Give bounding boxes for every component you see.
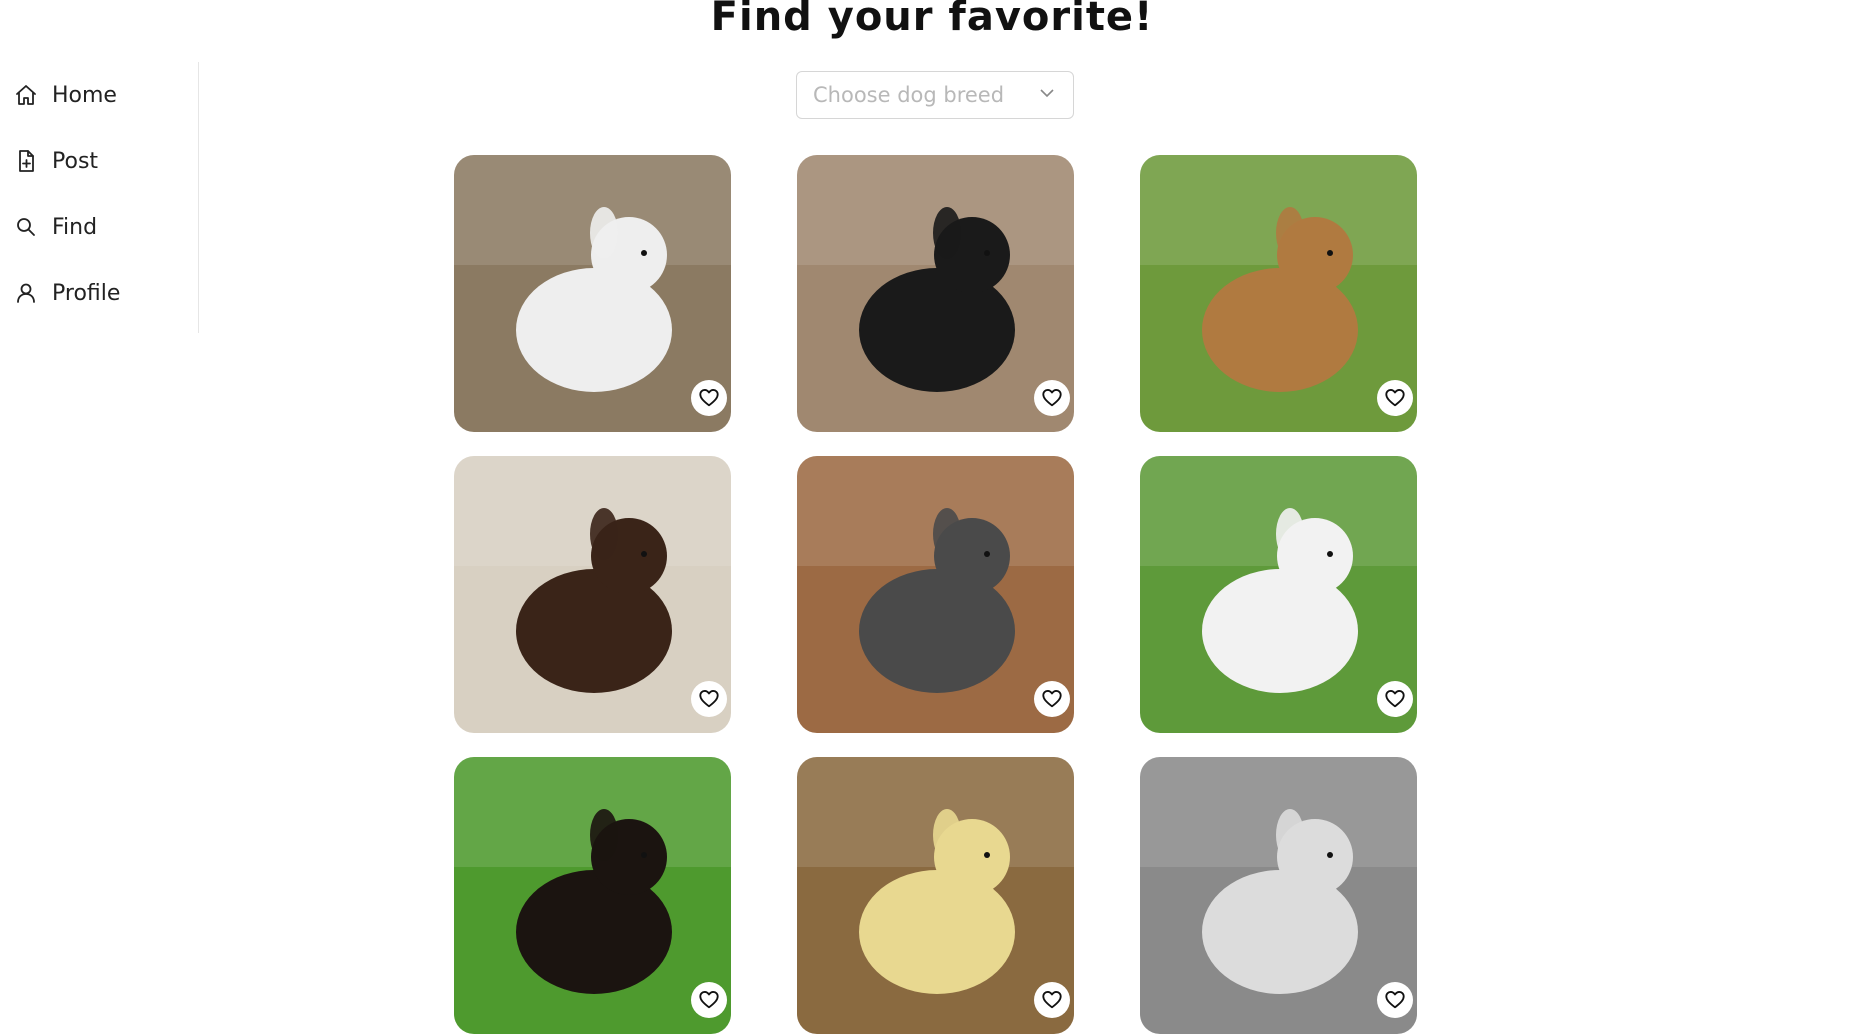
chevron-down-icon [1037,83,1057,107]
home-icon [14,83,38,107]
breed-select[interactable]: Choose dog breed [796,71,1074,119]
dog-card[interactable] [797,456,1074,733]
heart-icon [1041,688,1063,710]
heart-icon [1041,387,1063,409]
sidebar-item-post[interactable]: Post [0,128,198,194]
heart-icon [1041,989,1063,1011]
dog-card[interactable] [1140,456,1417,733]
sidebar-item-label: Post [52,148,99,174]
favorite-button[interactable] [691,982,727,1018]
dog-photo [1140,456,1417,733]
search-icon [14,215,38,239]
sidebar-item-label: Find [52,214,98,240]
dog-photo [454,155,731,432]
dog-card[interactable] [797,757,1074,1034]
dog-card[interactable] [1140,757,1417,1034]
dog-card[interactable] [797,155,1074,432]
dog-photo [454,757,731,1034]
heart-icon [698,387,720,409]
dog-photo [797,456,1074,733]
dog-card[interactable] [454,155,731,432]
sidebar-item-profile[interactable]: Profile [0,260,198,326]
sidebar-item-home[interactable]: Home [0,62,198,128]
sidebar: Home Post Find Profile [0,62,199,333]
dog-photo [1140,757,1417,1034]
dog-card[interactable] [454,757,731,1034]
favorite-button[interactable] [1377,982,1413,1018]
dog-photo [797,757,1074,1034]
sidebar-item-find[interactable]: Find [0,194,198,260]
heart-icon [1384,989,1406,1011]
dog-photo [1140,155,1417,432]
favorite-button[interactable] [1377,681,1413,717]
favorite-button[interactable] [1034,681,1070,717]
sidebar-item-label: Home [52,82,117,108]
heart-icon [1384,387,1406,409]
dog-photo [797,155,1074,432]
dog-photo [454,456,731,733]
dog-card[interactable] [1140,155,1417,432]
heart-icon [698,989,720,1011]
favorite-button[interactable] [1034,982,1070,1018]
file-plus-icon [14,149,38,173]
sidebar-item-label: Profile [52,280,121,306]
breed-select-placeholder: Choose dog breed [813,83,1005,107]
favorite-button[interactable] [1034,380,1070,416]
page-title: Find your favorite! [710,0,1154,40]
user-icon [14,281,38,305]
heart-icon [1384,688,1406,710]
dog-card[interactable] [454,456,731,733]
favorite-button[interactable] [691,380,727,416]
favorite-button[interactable] [1377,380,1413,416]
favorite-button[interactable] [691,681,727,717]
heart-icon [698,688,720,710]
